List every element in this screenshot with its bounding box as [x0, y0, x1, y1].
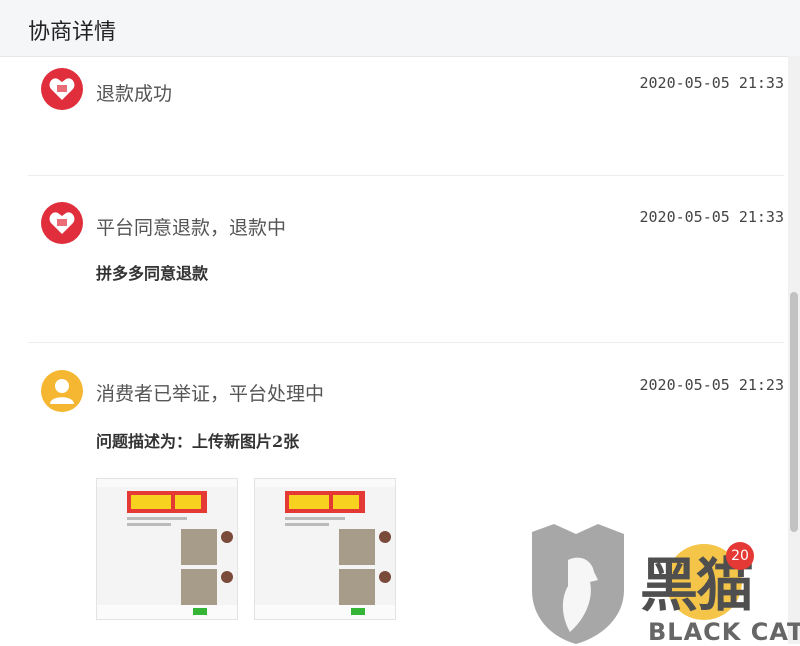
event-time: 2020-05-05 21:33 [639, 208, 785, 226]
event-text: 消费者已举证，平台处理中 [96, 383, 325, 405]
divider [28, 342, 784, 343]
watermark-brand-en: BLACK CAT [648, 618, 800, 646]
event-detail: 拼多多同意退款 [96, 264, 209, 283]
divider [28, 175, 784, 176]
evidence-image-thumbnail[interactable] [254, 478, 396, 620]
page-title: 协商详情 [28, 20, 117, 45]
page-header: 协商详情 [0, 0, 800, 57]
event-text: 平台同意退款，退款中 [96, 217, 287, 239]
scrollbar-thumb[interactable] [790, 292, 798, 532]
timeline-entry: 平台同意退款，退款中 2020-05-05 21:33 拼多多同意退款 [28, 202, 784, 342]
event-time: 2020-05-05 21:23 [639, 376, 785, 394]
event-time: 2020-05-05 21:33 [639, 74, 785, 92]
timeline-entry: 退款成功 2020-05-05 21:33 [28, 68, 784, 174]
evidence-image-thumbnail[interactable] [96, 478, 238, 620]
watermark-badge: 20 [726, 542, 754, 570]
event-detail: 问题描述为：上传新图片2张 [96, 432, 300, 451]
user-avatar-icon [41, 370, 83, 412]
pinduoduo-logo-icon [41, 68, 83, 110]
event-text: 退款成功 [96, 83, 173, 105]
pinduoduo-logo-icon [41, 202, 83, 244]
